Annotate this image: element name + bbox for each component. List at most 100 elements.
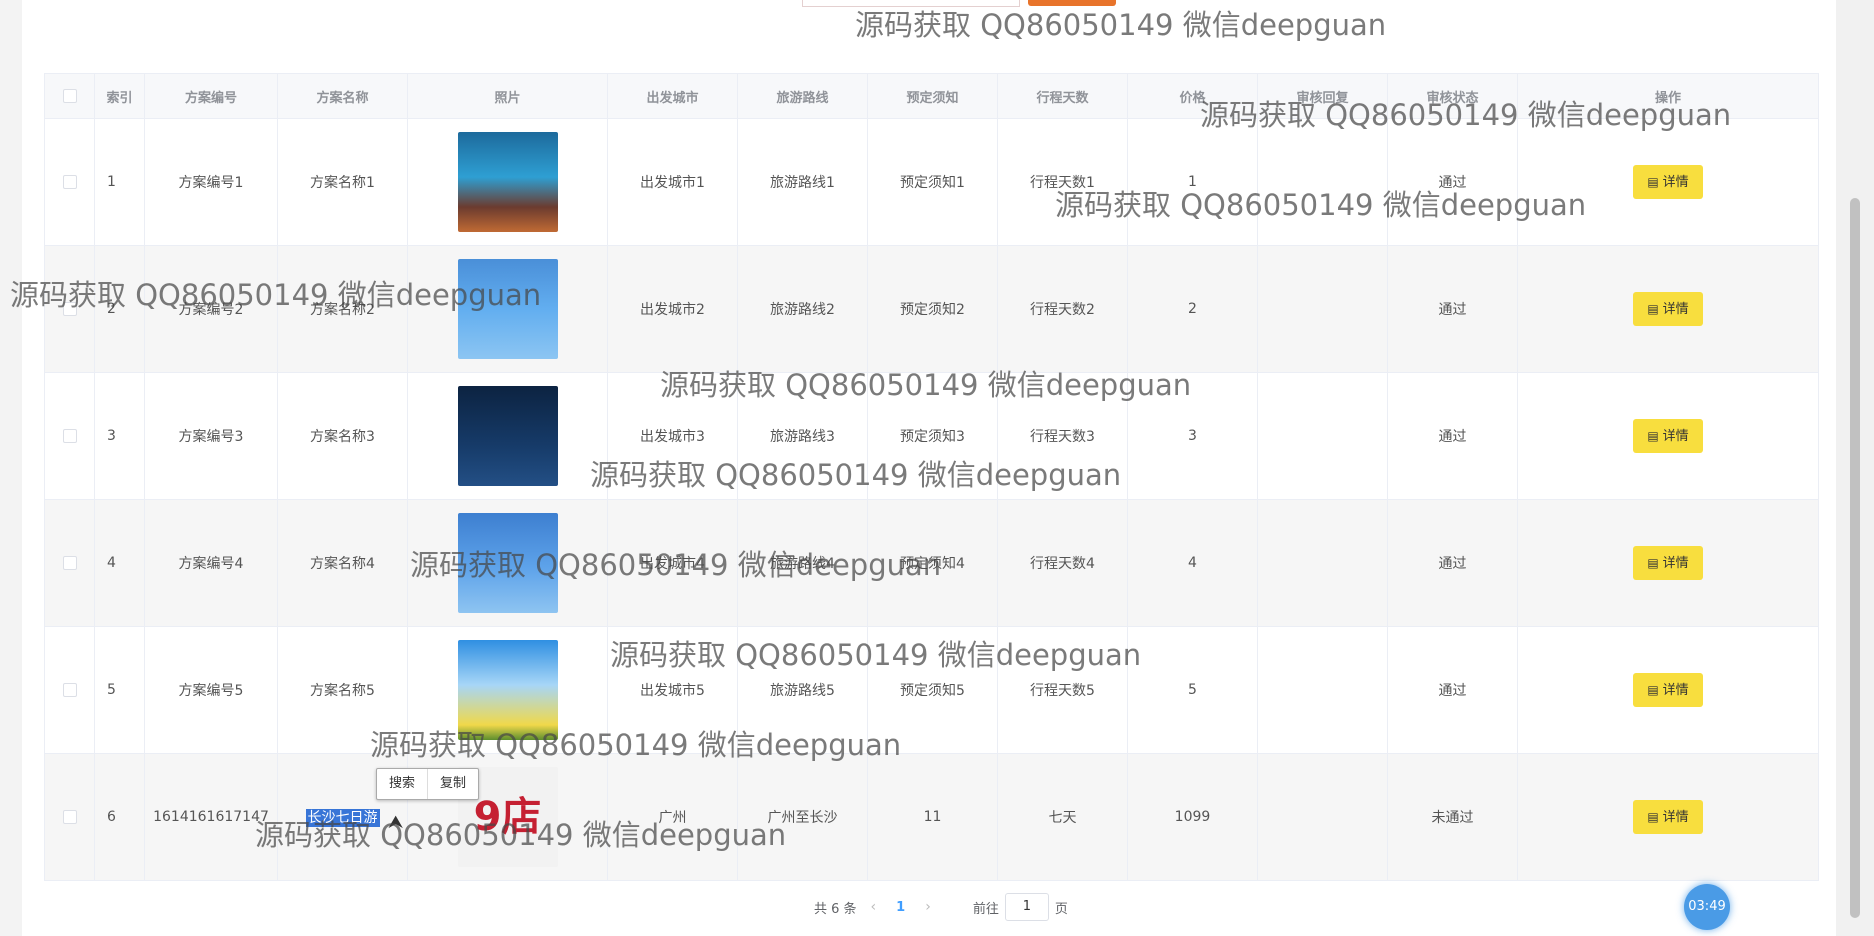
row-checkbox-cell[interactable] (44, 245, 95, 373)
weather-forecast-photo[interactable] (457, 513, 558, 613)
header-price: 价格 (1127, 73, 1258, 119)
city-skyline-photo[interactable] (457, 386, 558, 486)
cell-reply (1257, 372, 1388, 500)
goto-label: 前往 (972, 901, 999, 917)
detail-button[interactable]: ▤ 详情 (1633, 546, 1703, 580)
cell-route: 旅游路线5 (737, 626, 868, 754)
vertical-scrollbar[interactable] (1836, 0, 1874, 936)
table-row: 4 方案编号4 方案名称4 出发城市4 旅游路线4 预定须知4 行程天数4 4 … (44, 499, 1819, 627)
table-row: 6 1614161617147 长沙七日游 9店 广州 广州至长沙 11 七天 … (44, 753, 1819, 881)
detail-button[interactable]: ▤ 详情 (1633, 419, 1703, 453)
row-checkbox-cell[interactable] (44, 118, 95, 246)
context-search-item[interactable]: 搜索 (377, 769, 427, 799)
row-checkbox-cell[interactable] (44, 499, 95, 627)
text-context-menu: 搜索 复制 (376, 768, 480, 800)
cell-code: 方案编号2 (144, 245, 278, 373)
row-checkbox[interactable] (62, 429, 77, 443)
cell-route: 旅游路线2 (737, 245, 868, 373)
table-row: 1 方案编号1 方案名称1 出发城市1 旅游路线1 预定须知1 行程天数1 1 … (44, 118, 1819, 246)
recording-timer[interactable]: 03:49 (1684, 884, 1730, 930)
cell-price: 2 (1127, 245, 1258, 373)
chevron-left-icon[interactable]: ‹ (871, 899, 877, 915)
cell-action: ▤ 详情 (1517, 753, 1819, 881)
cell-price: 1 (1127, 118, 1258, 246)
table-row: 2 方案编号2 方案名称2 出发城市2 旅游路线2 预定须知2 行程天数2 2 … (44, 245, 1819, 373)
page-number-current[interactable]: 1 (896, 900, 905, 915)
weather-app-photo[interactable] (457, 640, 558, 740)
table-row: 5 方案编号5 方案名称5 出发城市5 旅游路线5 预定须知5 行程天数5 5 … (44, 626, 1819, 754)
city-night-photo[interactable] (457, 132, 558, 232)
header-city: 出发城市 (607, 73, 738, 119)
document-icon: ▤ (1647, 683, 1659, 697)
page-suffix: 页 (1054, 901, 1068, 917)
cell-status: 通过 (1387, 499, 1518, 627)
header-days: 行程天数 (997, 73, 1128, 119)
select-all-checkbox[interactable] (62, 89, 77, 103)
cell-price: 3 (1127, 372, 1258, 500)
cell-city: 出发城市4 (607, 499, 738, 627)
selected-text[interactable]: 长沙七日游 (305, 809, 380, 827)
document-icon: ▤ (1647, 429, 1659, 443)
document-icon: ▤ (1647, 556, 1659, 570)
cell-notice: 预定须知2 (867, 245, 998, 373)
cell-index: 3 (94, 372, 145, 500)
header-reply: 审核回复 (1257, 73, 1388, 119)
page-jump-input[interactable]: 1 (1004, 893, 1049, 921)
header-name: 方案名称 (277, 73, 408, 119)
weather-screenshot-photo[interactable] (457, 259, 558, 359)
cell-index: 2 (94, 245, 145, 373)
cell-reply (1257, 499, 1388, 627)
cell-days: 七天 (997, 753, 1128, 881)
cell-photo (407, 118, 608, 246)
detail-button[interactable]: ▤ 详情 (1633, 165, 1703, 199)
cell-city: 出发城市3 (607, 372, 738, 500)
cell-index: 1 (94, 118, 145, 246)
select-all-cell[interactable] (44, 73, 95, 119)
cell-photo (407, 499, 608, 627)
detail-button[interactable]: ▤ 详情 (1633, 673, 1703, 707)
row-checkbox[interactable] (62, 556, 77, 570)
row-checkbox-cell[interactable] (44, 372, 95, 500)
row-checkbox[interactable] (62, 683, 77, 697)
cell-price: 5 (1127, 626, 1258, 754)
cell-photo (407, 245, 608, 373)
header-index: 索引 (94, 73, 145, 119)
header-photo: 照片 (407, 73, 608, 119)
detail-button[interactable]: ▤ 详情 (1633, 800, 1703, 834)
cell-status: 通过 (1387, 372, 1518, 500)
row-checkbox[interactable] (62, 810, 77, 824)
cell-action: ▤ 详情 (1517, 499, 1819, 627)
cell-photo (407, 626, 608, 754)
cell-action: ▤ 详情 (1517, 372, 1819, 500)
search-button[interactable] (1028, 0, 1116, 6)
cell-code: 方案编号4 (144, 499, 278, 627)
cell-code: 方案编号1 (144, 118, 278, 246)
plan-table: 索引 方案编号 方案名称 照片 出发城市 旅游路线 预定须知 行程天数 价格 审… (44, 73, 1819, 881)
cell-action: ▤ 详情 (1517, 118, 1819, 246)
cell-notice: 预定须知5 (867, 626, 998, 754)
cell-notice: 预定须知1 (867, 118, 998, 246)
cell-action: ▤ 详情 (1517, 626, 1819, 754)
row-checkbox[interactable] (62, 175, 77, 189)
document-icon: ▤ (1647, 810, 1659, 824)
detail-button[interactable]: ▤ 详情 (1633, 292, 1703, 326)
table-header: 索引 方案编号 方案名称 照片 出发城市 旅游路线 预定须知 行程天数 价格 审… (44, 73, 1819, 119)
pagination: 共 6 条 ‹ 1 › 前往 1 页 (814, 893, 1068, 921)
context-copy-item[interactable]: 复制 (427, 769, 478, 799)
cell-days: 行程天数3 (997, 372, 1128, 500)
cell-index: 6 (94, 753, 145, 881)
document-icon: ▤ (1647, 175, 1659, 189)
cell-city: 广州 (607, 753, 738, 881)
row-checkbox-cell[interactable] (44, 753, 95, 881)
cell-price: 4 (1127, 499, 1258, 627)
search-input[interactable] (802, 0, 1020, 7)
chevron-right-icon[interactable]: › (925, 899, 931, 915)
cell-days: 行程天数2 (997, 245, 1128, 373)
row-checkbox[interactable] (62, 302, 77, 316)
cell-photo (407, 372, 608, 500)
header-notice: 预定须知 (867, 73, 998, 119)
row-checkbox-cell[interactable] (44, 626, 95, 754)
scrollbar-thumb[interactable] (1850, 198, 1860, 918)
cell-notice: 预定须知4 (867, 499, 998, 627)
cell-name: 方案名称5 (277, 626, 408, 754)
